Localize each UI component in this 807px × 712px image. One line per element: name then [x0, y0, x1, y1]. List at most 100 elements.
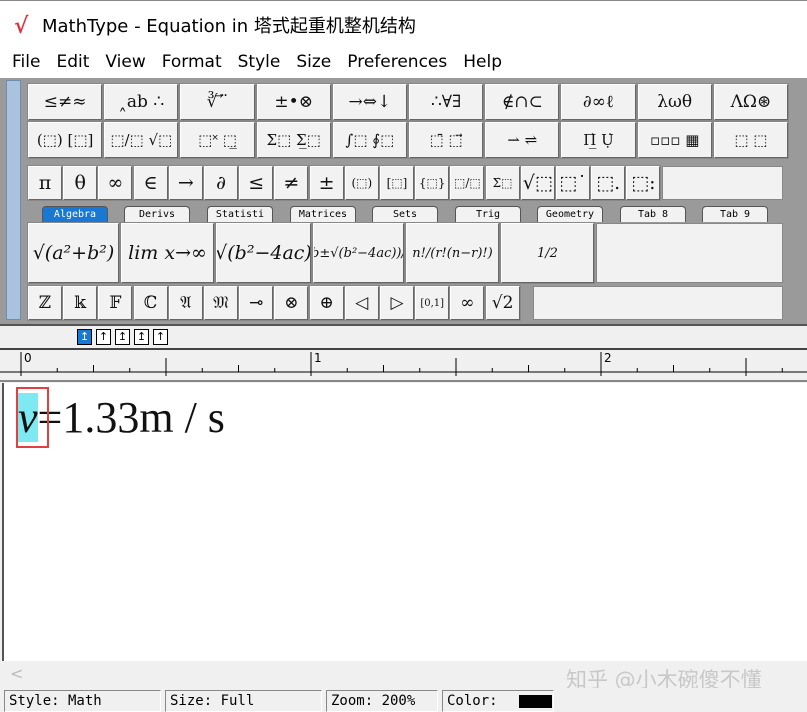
- symbol-button[interactable]: ⊸: [238, 285, 275, 321]
- palette-button[interactable]: ∫⬚ ∮⬚: [331, 121, 408, 159]
- palette-empty: [662, 166, 783, 200]
- tab-tab-9[interactable]: Tab 9: [702, 206, 768, 222]
- symbol-button[interactable]: ±: [308, 165, 345, 201]
- symbol-button[interactable]: ∞: [449, 285, 486, 321]
- palette-button[interactable]: ∂∞ℓ: [560, 83, 637, 121]
- status-zoom: Zoom: 200%: [326, 690, 438, 712]
- ruler-label: 1: [314, 351, 322, 365]
- symbol-button[interactable]: (⬚): [343, 165, 380, 201]
- symbol-button[interactable]: 𝕜: [62, 285, 99, 321]
- symbol-button[interactable]: Σ̇⬚: [484, 165, 521, 201]
- equation-rest[interactable]: =1.33m / s: [38, 393, 225, 442]
- nudge-button[interactable]: ↥: [77, 329, 92, 345]
- symbol-button[interactable]: ≠: [273, 165, 310, 201]
- symbol-button[interactable]: ⊕: [308, 285, 345, 321]
- palette-button[interactable]: ⇀ ⇌: [484, 121, 561, 159]
- ruler-label: 0: [24, 351, 32, 365]
- symbol-button[interactable]: ⬚˙: [555, 165, 591, 201]
- symbol-button[interactable]: 𝔄: [167, 285, 204, 321]
- palette-button[interactable]: ˰ab ∴: [103, 83, 180, 121]
- tab-sets[interactable]: Sets: [372, 206, 438, 222]
- template-empty: [596, 223, 783, 283]
- status-color-label: Color:: [447, 693, 498, 709]
- menu-bar: File Edit View Format Style Size Preferences He…: [0, 45, 807, 78]
- palette-button[interactable]: ΛΩ⊛: [712, 83, 789, 121]
- palette-button[interactable]: ▫▫▫ ▦: [636, 121, 713, 159]
- menu-view[interactable]: View: [97, 52, 153, 72]
- menu-size[interactable]: Size: [288, 52, 339, 72]
- symbol-button[interactable]: ≤: [238, 165, 275, 201]
- template-button[interactable]: lim x→∞: [120, 222, 215, 284]
- symbol-button[interactable]: ℂ: [132, 285, 169, 321]
- palette-empty: [533, 286, 783, 320]
- symbol-button[interactable]: ∂: [203, 165, 239, 201]
- symbol-button[interactable]: ⬚/⬚: [449, 165, 486, 201]
- symbol-button[interactable]: √2: [484, 285, 521, 321]
- symbol-button[interactable]: ∞: [97, 165, 134, 201]
- symbol-button[interactable]: {⬚}: [414, 165, 451, 201]
- scroll-left-icon[interactable]: <: [10, 664, 23, 683]
- symbol-button[interactable]: [⬚]: [379, 165, 415, 201]
- nudge-button[interactable]: ↥: [134, 329, 149, 345]
- palette-button[interactable]: ≤≠≈: [26, 83, 104, 121]
- template-button[interactable]: n!/(r!(n−r)!): [405, 222, 500, 284]
- menu-file[interactable]: File: [4, 52, 48, 72]
- nudge-button[interactable]: ↑: [153, 329, 168, 345]
- window-title: MathType - Equation in 塔式起重机整机结构: [42, 16, 416, 37]
- menu-help[interactable]: Help: [455, 52, 510, 72]
- palette-button[interactable]: ⬚/⬚ √⬚: [103, 121, 180, 159]
- symbol-button[interactable]: 𝔐: [203, 285, 239, 321]
- symbol-button[interactable]: →: [167, 165, 204, 201]
- nudge-button[interactable]: ↑: [96, 329, 111, 345]
- title-bar: √ MathType - Equation in 塔式起重机整机结构: [0, 0, 807, 45]
- palette-button[interactable]: Π̲̇ Ụ̇: [560, 121, 637, 159]
- palette-button[interactable]: λωθ: [636, 83, 713, 121]
- highlight-box: [16, 387, 49, 448]
- symbol-button[interactable]: 𝔽: [97, 285, 134, 321]
- symbol-button[interactable]: ⬚:: [625, 165, 662, 201]
- palette-button[interactable]: ±•⊗: [255, 83, 332, 121]
- status-bar: Style: Math Size: Full Zoom: 200% Color:: [0, 688, 807, 712]
- symbol-button[interactable]: θ: [62, 165, 99, 201]
- palette-button[interactable]: ⬚˟ ⬚̲: [179, 121, 256, 159]
- palette-button[interactable]: ∛ ⃗ ̈: [179, 83, 256, 121]
- tab-algebra[interactable]: Algebra: [42, 206, 108, 222]
- template-button[interactable]: (−b±√(b²−4ac))/2a: [312, 222, 405, 284]
- palette-button[interactable]: (⬚) [⬚]: [26, 121, 104, 159]
- palette-button[interactable]: ∴∀∃: [407, 83, 485, 121]
- symbol-button[interactable]: π: [27, 165, 63, 201]
- tab-tab-8[interactable]: Tab 8: [620, 206, 686, 222]
- menu-format[interactable]: Format: [154, 52, 230, 72]
- nudge-button[interactable]: ↥: [115, 329, 130, 345]
- menu-preferences[interactable]: Preferences: [339, 52, 455, 72]
- template-button[interactable]: √(a²+b²): [27, 222, 120, 284]
- tab-geometry[interactable]: Geometry: [537, 206, 603, 222]
- palette-button[interactable]: ⬚ ⬚: [712, 121, 789, 159]
- symbol-button[interactable]: [0,1]: [414, 285, 451, 321]
- template-button[interactable]: 1/2: [500, 222, 595, 284]
- palette-button[interactable]: Σ⬚ Σ̲⬚: [255, 121, 332, 159]
- status-color-panel: Color:: [442, 690, 554, 712]
- menu-style[interactable]: Style: [230, 52, 289, 72]
- menu-edit[interactable]: Edit: [48, 52, 97, 72]
- ruler-label: 2: [604, 351, 612, 365]
- symbol-button[interactable]: ∈: [132, 165, 169, 201]
- palette-button[interactable]: ∉∩⊂: [484, 83, 561, 121]
- symbol-button[interactable]: ▷: [379, 285, 415, 321]
- tab-statisti[interactable]: Statisti: [207, 206, 273, 222]
- symbol-button[interactable]: ⬚.: [590, 165, 627, 201]
- template-button[interactable]: √(b²−4ac): [215, 222, 312, 284]
- equation[interactable]: v=1.33m / s: [18, 392, 225, 443]
- symbol-button[interactable]: ℤ: [27, 285, 63, 321]
- mathtype-logo-icon: √: [14, 13, 29, 39]
- color-swatch[interactable]: [519, 695, 552, 708]
- palette-button[interactable]: →⇔↓: [331, 83, 408, 121]
- tab-derivs[interactable]: Derivs: [124, 206, 190, 222]
- tab-trig[interactable]: Trig: [455, 206, 521, 222]
- tab-matrices[interactable]: Matrices: [290, 206, 356, 222]
- symbol-button[interactable]: ⊗: [273, 285, 310, 321]
- toolbar-drag-handle[interactable]: [6, 80, 21, 320]
- symbol-button[interactable]: ◁: [343, 285, 380, 321]
- palette-button[interactable]: ⬚̄ ⬚⃗: [407, 121, 485, 159]
- symbol-button[interactable]: √⬚: [519, 165, 556, 201]
